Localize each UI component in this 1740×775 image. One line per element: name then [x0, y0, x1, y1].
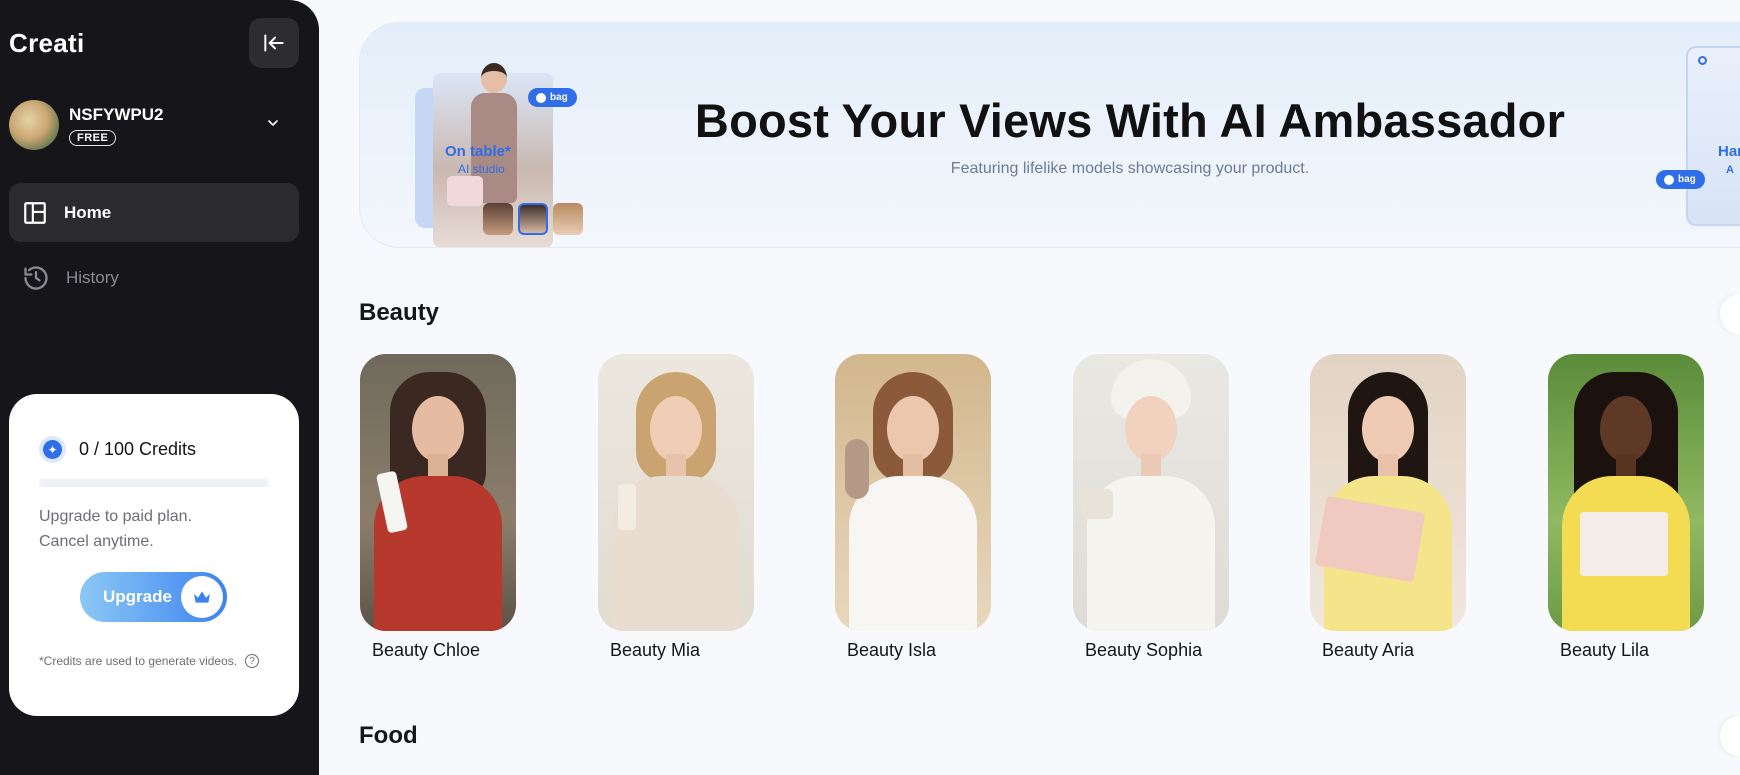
- model-card[interactable]: Beauty Chloe: [360, 354, 535, 661]
- sidebar-item-label: Home: [64, 202, 112, 222]
- sidebar-item-label: History: [66, 267, 119, 287]
- model-card[interactable]: Beauty Mia: [598, 354, 773, 661]
- user-profile[interactable]: NSFYWPU2 FREE: [9, 100, 299, 150]
- model-portrait[interactable]: [1548, 354, 1704, 631]
- promo-banner[interactable]: bag On table* AI studio Boost Your Views…: [359, 22, 1740, 248]
- section-title-food: Food: [359, 722, 418, 749]
- model-name: Beauty Isla: [847, 640, 937, 660]
- promo-right-tag-label: bag: [1678, 174, 1696, 185]
- collapse-sidebar-button[interactable]: [249, 18, 299, 68]
- model-portrait[interactable]: [835, 354, 991, 631]
- promo-right-sublabel: A: [1726, 164, 1734, 176]
- model-name: Beauty Mia: [610, 640, 701, 660]
- model-card[interactable]: Beauty Sophia: [1073, 354, 1248, 661]
- radio-icon: [1698, 56, 1707, 65]
- promo-right-label: Han: [1718, 143, 1740, 160]
- sidebar-item-history[interactable]: History: [9, 248, 299, 307]
- model-name: Beauty Aria: [1322, 640, 1415, 660]
- help-icon[interactable]: ?: [245, 654, 260, 668]
- model-portrait[interactable]: [598, 354, 754, 631]
- model-card[interactable]: Beauty Isla: [835, 354, 1010, 661]
- upgrade-description: Upgrade to paid plan. Cancel anytime.: [39, 504, 279, 554]
- promo-artwork-right: Han A: [1686, 46, 1740, 226]
- avatar: [9, 100, 59, 150]
- credits-icon: ✦: [39, 436, 66, 463]
- scroll-right-button[interactable]: [1720, 294, 1740, 334]
- model-name: Beauty Sophia: [1085, 640, 1203, 660]
- credits-card: ✦ 0 / 100 Credits Upgrade to paid plan. …: [9, 394, 299, 716]
- model-card[interactable]: Beauty Lila: [1548, 354, 1723, 661]
- upgrade-label: Upgrade: [103, 587, 172, 606]
- lock-icon: [1664, 174, 1674, 185]
- collapse-left-icon: [264, 34, 284, 52]
- credits-row: ✦ 0 / 100 Credits: [39, 436, 196, 463]
- layout-icon: [24, 201, 46, 224]
- model-portrait[interactable]: [1073, 354, 1229, 631]
- thumbnail: [553, 203, 583, 235]
- sidebar-item-home[interactable]: Home: [9, 183, 299, 242]
- scroll-right-button[interactable]: [1720, 716, 1740, 756]
- history-icon: [24, 265, 48, 290]
- credits-note: *Credits are used to generate videos. ?: [39, 654, 260, 668]
- user-name: NSFYWPU2: [69, 104, 164, 124]
- model-portrait[interactable]: [360, 354, 516, 631]
- promo-right-tag: bag: [1656, 170, 1705, 189]
- thumbnail: [483, 203, 513, 235]
- chevron-down-icon[interactable]: [265, 115, 281, 136]
- brand-logo[interactable]: Creati: [9, 28, 85, 59]
- model-name: Beauty Chloe: [372, 640, 481, 660]
- upgrade-button[interactable]: Upgrade: [80, 572, 227, 622]
- credits-progress-bar: [39, 479, 269, 487]
- crown-icon: [181, 576, 223, 618]
- plan-badge: FREE: [69, 129, 117, 146]
- sidebar: Creati NSFYWPU2 FREE Home History ✦ 0 / …: [0, 0, 319, 775]
- model-card[interactable]: Beauty Aria: [1310, 354, 1485, 661]
- user-info: NSFYWPU2 FREE: [69, 105, 163, 146]
- banner-title: Boost Your Views With AI Ambassador: [694, 94, 1566, 147]
- section-title-beauty: Beauty: [359, 299, 440, 326]
- upgrade-line: Upgrade to paid plan. Cancel anytime.: [39, 508, 192, 550]
- model-name: Beauty Lila: [1560, 640, 1650, 660]
- thumbnail: [518, 203, 548, 235]
- credits-note-text: *Credits are used to generate videos.: [39, 654, 238, 668]
- credits-count: 0 / 100 Credits: [79, 439, 197, 459]
- model-portrait[interactable]: [1310, 354, 1466, 631]
- banner-subtitle: Featuring lifelike models showcasing you…: [950, 160, 1310, 177]
- promo-bag-image: [447, 176, 483, 206]
